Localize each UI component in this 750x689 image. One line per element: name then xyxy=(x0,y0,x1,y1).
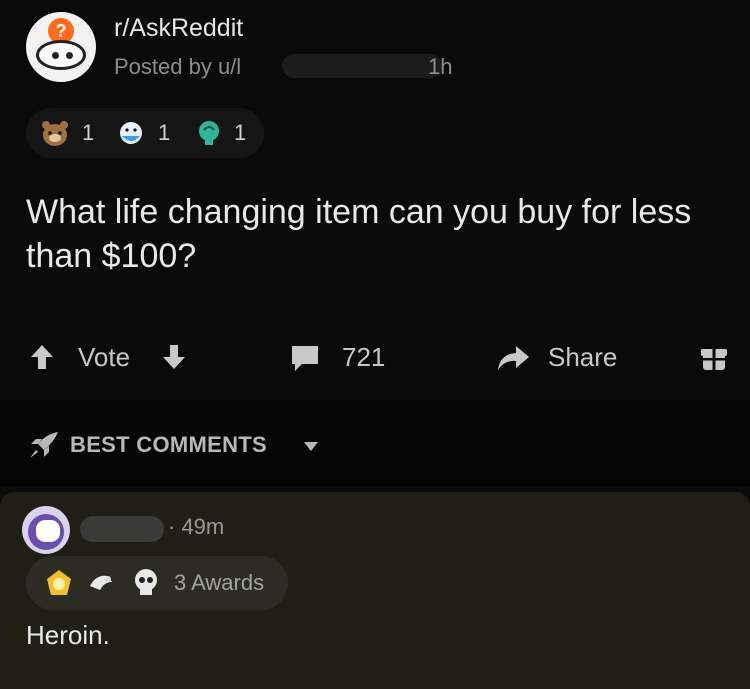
gold-award-icon xyxy=(47,570,71,595)
commenter-avatar[interactable] xyxy=(22,506,70,554)
upvote-icon[interactable] xyxy=(30,344,54,370)
post-card: ? r/AskReddit Posted by u/l 1h 1 1 1 Wha… xyxy=(0,0,750,400)
redacted-username xyxy=(80,516,164,542)
comment-count[interactable]: 721 xyxy=(342,342,385,373)
post-header: ? r/AskReddit Posted by u/l 1h xyxy=(26,10,726,82)
comment-card: · 49m 3 Awards Heroin. xyxy=(0,492,750,689)
bear-award-icon xyxy=(42,121,68,146)
skull-award-icon xyxy=(135,569,157,595)
comment-icon[interactable] xyxy=(290,344,320,372)
post-title[interactable]: What life changing item can you buy for … xyxy=(26,190,726,278)
redacted-username xyxy=(282,54,442,78)
comment-time: · 49m xyxy=(168,514,225,539)
downvote-icon[interactable] xyxy=(162,344,186,370)
subreddit-avatar-icon[interactable]: ? xyxy=(26,12,96,82)
gift-award-icon[interactable] xyxy=(700,344,728,372)
subreddit-name[interactable]: r/AskReddit xyxy=(114,14,243,43)
post-time: 1h xyxy=(428,54,453,79)
chevron-down-icon xyxy=(304,442,318,451)
awards-count-label: 3 Awards xyxy=(174,570,265,595)
posted-by[interactable]: Posted by u/l xyxy=(114,54,241,80)
wholesome-award-icon xyxy=(120,122,142,144)
post-actions: Vote 721 Share xyxy=(0,330,750,386)
award-count: 1 xyxy=(234,120,247,145)
brain-award-icon xyxy=(199,121,219,145)
post-awards[interactable]: 1 1 1 xyxy=(26,108,264,158)
award-count: 1 xyxy=(82,120,95,145)
comment-body[interactable]: Heroin. xyxy=(26,620,110,651)
award-count: 1 xyxy=(158,120,171,145)
comment-awards[interactable]: 3 Awards xyxy=(26,556,288,610)
share-icon[interactable] xyxy=(496,344,530,372)
rocket-icon xyxy=(30,432,58,458)
hand-award-icon xyxy=(90,575,112,590)
sort-label: BEST COMMENTS xyxy=(70,432,268,457)
vote-label: Vote xyxy=(78,342,131,372)
share-label[interactable]: Share xyxy=(548,342,617,373)
